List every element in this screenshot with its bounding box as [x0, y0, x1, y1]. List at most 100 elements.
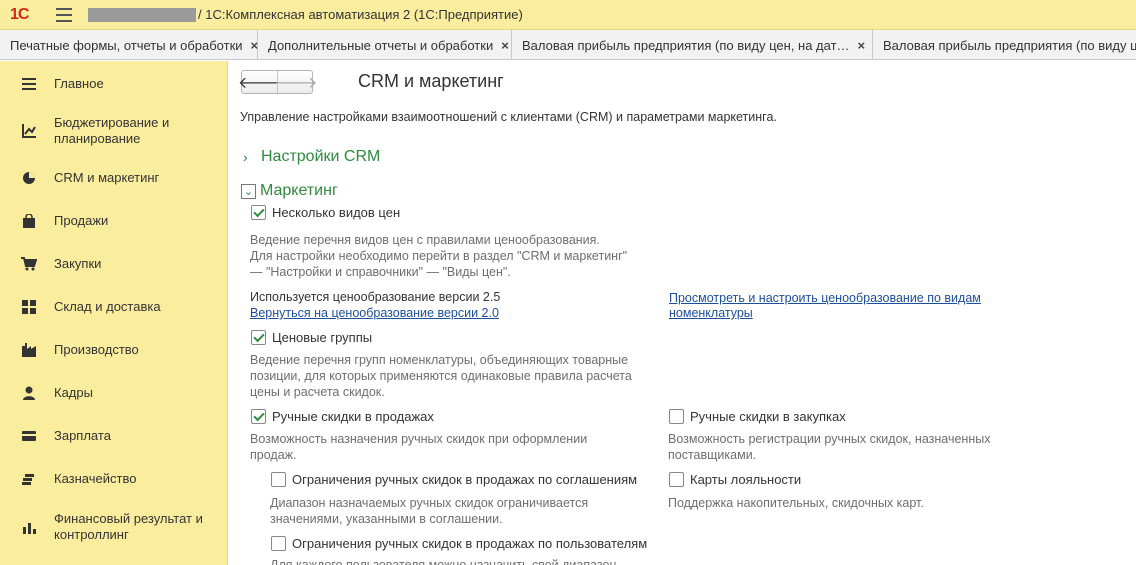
sidebar-item-warehouse[interactable]: Склад и доставка [0, 298, 228, 316]
checkbox-unchecked[interactable] [669, 472, 684, 487]
revert-pricing-link[interactable]: Вернуться на ценообразование версии 2.0 [250, 305, 499, 321]
warehouse-grid-icon [21, 299, 37, 315]
tab-bar: Печатные формы, отчеты и обработки × Доп… [0, 30, 1136, 60]
sidebar-item-label: Финансовый результат и контроллинг [54, 511, 203, 542]
tab-label: Дополнительные отчеты и обработки [268, 37, 494, 53]
limit-by-users-checkbox[interactable]: Ограничения ручных скидок в продажах по … [271, 536, 647, 551]
sidebar-item-label: Производство [54, 342, 139, 357]
factory-icon [21, 342, 37, 358]
manual-discounts-sales-checkbox[interactable]: Ручные скидки в продажах [251, 409, 434, 424]
tab-label: Печатные формы, отчеты и обработки [10, 37, 243, 53]
checkbox-unchecked[interactable] [271, 472, 286, 487]
back-arrow-icon[interactable]: 🡐 [238, 71, 281, 93]
person-icon [21, 385, 37, 401]
sidebar-item-production[interactable]: Производство [0, 341, 228, 359]
sidebar-item-hr[interactable]: Кадры [0, 384, 228, 402]
hint-text: — "Настройки и справочники" — "Виды цен"… [250, 265, 511, 279]
sidebar-item-label: Продажи [54, 213, 109, 228]
nav-buttons: 🡐 🡒 [238, 70, 318, 94]
hint-text: позиции, для которых применяются одинако… [250, 369, 632, 383]
sidebar-item-label: Кадры [54, 385, 93, 400]
bar-chart-icon [21, 519, 37, 535]
tab-print-forms[interactable]: Печатные формы, отчеты и обработки × [0, 30, 259, 59]
loyalty-cards-checkbox[interactable]: Карты лояльности [669, 472, 801, 487]
main-content: 🡐 🡒 CRM и маркетинг Управление настройка… [229, 61, 1136, 565]
tab-gross-profit-1[interactable]: Валовая прибыль предприятия (по виду цен… [512, 30, 873, 59]
pricing-version-text: Используется ценообразование версии 2.5 [250, 290, 501, 304]
sidebar-item-treasury[interactable]: Казначейство [0, 470, 228, 488]
sidebar: Главное Бюджетирование и планирование CR… [0, 61, 228, 565]
checkbox-checked[interactable] [251, 205, 266, 220]
checkbox-label: Несколько видов цен [272, 205, 401, 220]
redacted-block [88, 7, 196, 22]
hint-text: значениями, указанными в соглашении. [270, 512, 503, 526]
chevron-down-icon: ⌄ [241, 183, 256, 199]
hint-text: Возможность регистрации ручных скидок, н… [668, 432, 991, 446]
sidebar-item-sales[interactable]: Продажи [0, 212, 228, 230]
hint-text: Возможность назначения ручных скидок при… [250, 432, 588, 446]
tab-gross-profit-2[interactable]: Валовая прибыль предприятия (по виду цен [873, 30, 1136, 59]
cart-icon [21, 256, 37, 272]
chevron-right-icon: › [243, 149, 248, 165]
limit-by-agreements-checkbox[interactable]: Ограничения ручных скидок в продажах по … [271, 472, 637, 487]
shopping-bag-icon [21, 213, 37, 229]
hint-text: Диапазон назначаемых ручных скидок огран… [270, 496, 589, 510]
tab-additional-reports[interactable]: Дополнительные отчеты и обработки × [258, 30, 512, 59]
hint-text: Ведение перечня групп номенклатуры, объе… [250, 353, 629, 367]
sidebar-item-label: Казначейство [54, 471, 137, 486]
sidebar-item-main[interactable]: Главное [0, 75, 228, 93]
manual-discounts-purchases-checkbox[interactable]: Ручные скидки в закупках [669, 409, 846, 424]
title-bar: 1С / 1С:Комплексная автоматизация 2 (1С:… [0, 0, 1136, 30]
sidebar-item-budgeting[interactable]: Бюджетирование и планирование [0, 113, 228, 147]
close-icon[interactable]: × [501, 38, 509, 53]
window-title: / 1С:Комплексная автоматизация 2 (1С:Пре… [198, 7, 523, 22]
forward-arrow-icon[interactable]: 🡒 [275, 71, 318, 93]
price-groups-checkbox[interactable]: Ценовые группы [251, 330, 372, 345]
tab-label: Валовая прибыль предприятия (по виду цен [883, 37, 1136, 53]
checkbox-label: Ценовые группы [272, 330, 373, 345]
checkbox-checked[interactable] [251, 330, 266, 345]
sidebar-item-crm[interactable]: CRM и маркетинг [0, 169, 228, 187]
group-marketing[interactable]: ⌄ Маркетинг [241, 182, 338, 200]
sidebar-item-label: Склад и доставка [54, 299, 161, 314]
pie-chart-icon [21, 170, 37, 186]
coins-icon [21, 471, 37, 487]
sidebar-item-label: Главное [54, 76, 104, 91]
app-logo[interactable]: 1С [10, 6, 42, 24]
hint-text: Ведение перечня видов цен с правилами це… [250, 233, 600, 247]
checkbox-label: Ограничения ручных скидок в продажах по … [292, 536, 648, 551]
menu-list-icon [21, 76, 37, 92]
hint-text: поставщиками. [668, 448, 757, 462]
hint-text: Для каждого пользователя можно назначить… [270, 558, 617, 565]
checkbox-unchecked[interactable] [669, 409, 684, 424]
tab-label: Валовая прибыль предприятия (по виду цен… [522, 37, 850, 53]
hint-text: цены и расчета скидок. [250, 385, 385, 399]
view-pricing-link[interactable]: Просмотреть и настроить ценообразование … [669, 290, 981, 306]
page-title: CRM и маркетинг [358, 71, 504, 91]
sidebar-item-label: Бюджетирование и планирование [54, 115, 170, 146]
sidebar-item-purchases[interactable]: Закупки [0, 255, 228, 273]
group-title: Настройки CRM [261, 148, 381, 165]
hint-text: продаж. [250, 448, 297, 462]
checkbox-checked[interactable] [251, 409, 266, 424]
wallet-icon [21, 428, 37, 444]
sidebar-item-label: CRM и маркетинг [54, 170, 160, 185]
close-icon[interactable]: × [251, 38, 259, 53]
hint-text: Для настройки необходимо перейти в разде… [250, 249, 628, 263]
checkbox-unchecked[interactable] [271, 536, 286, 551]
sidebar-item-label: Закупки [54, 256, 102, 271]
checkbox-label: Ручные скидки в продажах [272, 409, 434, 424]
checkbox-label: Карты лояльности [690, 472, 802, 487]
page-description: Управление настройками взаимоотношений с… [240, 110, 777, 124]
checkbox-label: Ручные скидки в закупках [690, 409, 846, 424]
group-crm-settings[interactable]: › Настройки CRM [243, 148, 380, 166]
sidebar-item-salary[interactable]: Зарплата [0, 427, 228, 445]
sidebar-item-financial-result[interactable]: Финансовый результат и контроллинг [0, 509, 228, 543]
sidebar-item-label: Зарплата [54, 428, 111, 443]
price-kinds-checkbox[interactable]: Несколько видов цен [251, 205, 400, 220]
group-title: Маркетинг [260, 182, 338, 199]
hint-text: Поддержка накопительных, скидочных карт. [668, 496, 924, 510]
main-menu-icon[interactable] [56, 7, 72, 22]
view-pricing-link-cont[interactable]: номенклатуры [669, 305, 753, 321]
close-icon[interactable]: × [858, 38, 866, 53]
